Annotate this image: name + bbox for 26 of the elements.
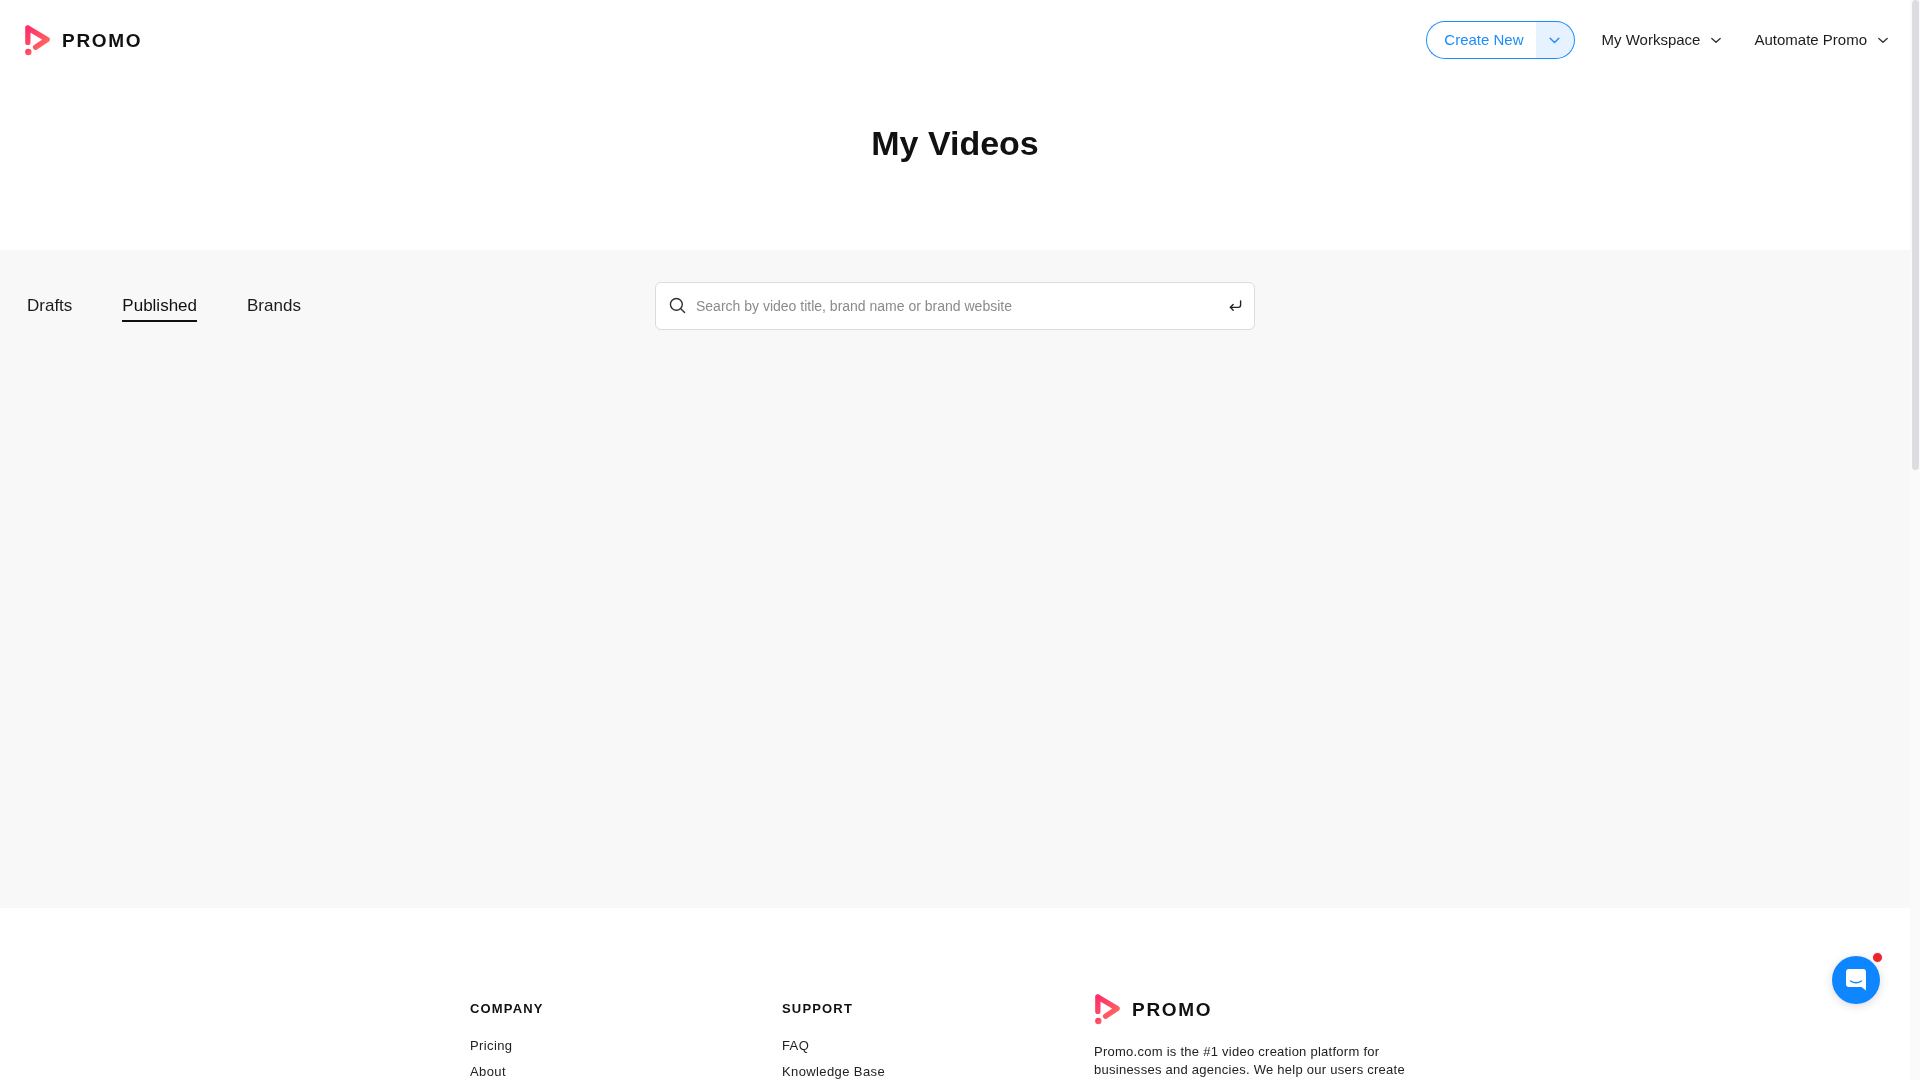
chevron-down-icon [1878, 36, 1888, 44]
tab[interactable]: Published [122, 290, 197, 322]
home-logo-link[interactable]: PROMO [24, 24, 143, 56]
create-options-button[interactable] [1535, 21, 1575, 59]
footer-heading: COMPANY [470, 1001, 544, 1017]
tab[interactable]: Drafts [27, 290, 73, 322]
footer-link[interactable]: Knowledge Base [782, 1064, 886, 1079]
logo-text: PROMO [1132, 999, 1213, 1019]
scrollbar-thumb[interactable] [1912, 0, 1919, 470]
nav-menu-button[interactable]: My Workspace [1601, 28, 1722, 52]
footer-link[interactable]: Pricing [470, 1038, 513, 1053]
search-field[interactable]: Search by video title, brand name or brand website [655, 282, 1255, 330]
return-arrow-icon [1228, 299, 1243, 312]
footer-description: Promo.com is the #1 video creation platform for businesses and agencies. We help our users create [1094, 1043, 1406, 1079]
chevron-down-icon [1711, 36, 1722, 44]
chat-bubble-icon [1846, 969, 1866, 991]
play-logo-icon [1094, 993, 1121, 1025]
footer-link[interactable]: FAQ [782, 1038, 810, 1053]
nav-menu-button[interactable]: Automate Promo [1754, 28, 1888, 52]
tab[interactable]: Brands [247, 290, 301, 322]
footer-heading: SUPPORT [782, 1001, 854, 1017]
search-icon [669, 297, 686, 314]
page-title: My Videos [871, 125, 1039, 161]
footer-link[interactable]: About [470, 1064, 506, 1079]
play-logo-icon [24, 24, 51, 56]
chevron-down-icon [1549, 36, 1560, 44]
